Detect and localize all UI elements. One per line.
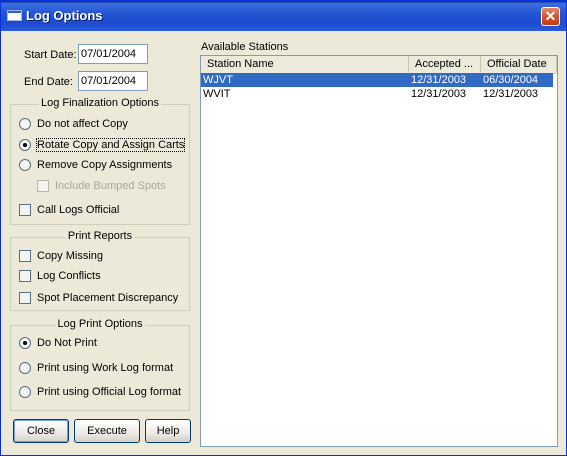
- start-date-label: Start Date:: [24, 49, 77, 61]
- work-log-format-radio[interactable]: [19, 362, 31, 374]
- official-log-format-radio[interactable]: [19, 386, 31, 398]
- title-bar[interactable]: Log Options ✕: [1, 1, 566, 31]
- end-date-field[interactable]: [78, 71, 148, 91]
- column-accepted[interactable]: Accepted ...: [409, 56, 481, 72]
- official-log-format-label[interactable]: Print using Official Log format: [37, 386, 181, 398]
- copy-missing-label[interactable]: Copy Missing: [37, 250, 103, 262]
- do-not-print-label[interactable]: Do Not Print: [37, 337, 97, 349]
- log-finalization-title: Log Finalization Options: [38, 97, 161, 109]
- close-window-button[interactable]: ✕: [541, 7, 560, 26]
- log-conflicts-label[interactable]: Log Conflicts: [37, 270, 101, 282]
- column-official-date[interactable]: Official Date: [481, 56, 557, 72]
- start-date-field[interactable]: [78, 44, 148, 64]
- station-name-cell: WJVT: [203, 74, 233, 86]
- stations-list-header: Station Name Accepted ... Official Date: [201, 56, 557, 74]
- official-date-cell: 12/31/2003: [483, 88, 539, 100]
- call-logs-official-label[interactable]: Call Logs Official: [37, 204, 119, 216]
- station-row[interactable]: WJVT 12/31/2003 06/30/2004: [201, 73, 553, 87]
- close-button[interactable]: Close: [13, 419, 69, 443]
- work-log-format-label[interactable]: Print using Work Log format: [37, 362, 173, 374]
- official-date-cell: 06/30/2004: [483, 74, 539, 86]
- station-name-cell: WVIT: [203, 88, 231, 100]
- stations-list[interactable]: Station Name Accepted ... Official Date …: [200, 55, 558, 447]
- include-bumped-spots-label: Include Bumped Spots: [55, 180, 166, 192]
- print-reports-title: Print Reports: [65, 230, 135, 242]
- copy-missing-checkbox[interactable]: [19, 250, 31, 262]
- spot-placement-discrepancy-label[interactable]: Spot Placement Discrepancy: [37, 292, 178, 304]
- column-station-name[interactable]: Station Name: [201, 56, 409, 72]
- do-not-print-radio[interactable]: [19, 337, 31, 349]
- accepted-cell: 12/31/2003: [411, 74, 467, 86]
- window-title: Log Options: [26, 8, 103, 23]
- log-conflicts-checkbox[interactable]: [19, 270, 31, 282]
- station-row[interactable]: WVIT 12/31/2003 12/31/2003: [201, 87, 553, 101]
- do-not-affect-copy-radio[interactable]: [19, 118, 31, 130]
- accepted-cell: 12/31/2003: [411, 88, 467, 100]
- available-stations-label: Available Stations: [201, 41, 289, 53]
- close-icon: ✕: [544, 8, 557, 24]
- log-options-window: Log Options ✕ Start Date: End Date: Log …: [0, 0, 567, 456]
- end-date-label: End Date:: [24, 76, 73, 88]
- log-print-options-title: Log Print Options: [55, 318, 145, 330]
- include-bumped-spots-checkbox[interactable]: [37, 180, 49, 192]
- help-button[interactable]: Help: [145, 419, 191, 443]
- do-not-affect-copy-label[interactable]: Do not affect Copy: [37, 118, 128, 130]
- window-icon: [7, 10, 22, 21]
- remove-copy-assignments-label[interactable]: Remove Copy Assignments: [37, 159, 172, 171]
- rotate-copy-label[interactable]: Rotate Copy and Assign Carts: [35, 138, 186, 152]
- execute-button[interactable]: Execute: [74, 419, 140, 443]
- remove-copy-assignments-radio[interactable]: [19, 159, 31, 171]
- rotate-copy-radio[interactable]: [19, 139, 31, 151]
- spot-placement-discrepancy-checkbox[interactable]: [19, 292, 31, 304]
- call-logs-official-checkbox[interactable]: [19, 204, 31, 216]
